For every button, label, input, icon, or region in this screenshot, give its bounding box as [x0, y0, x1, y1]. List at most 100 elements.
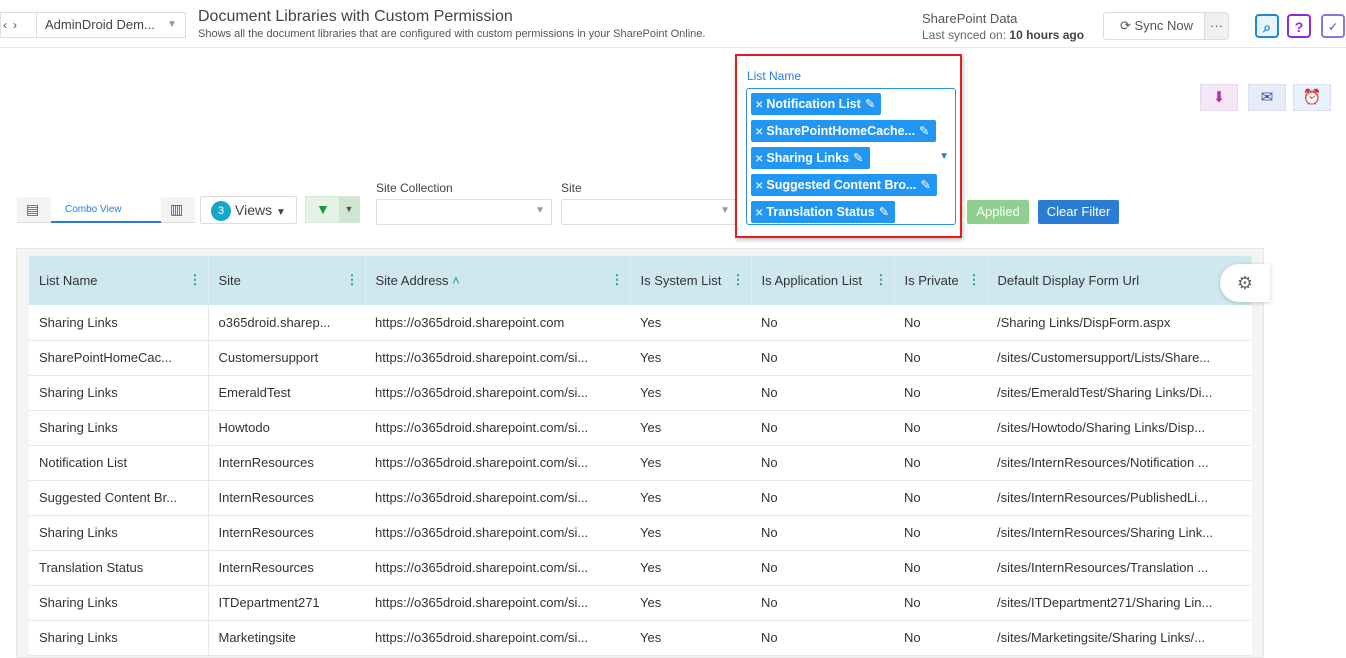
remove-icon[interactable]: ✕ — [755, 100, 763, 111]
tag-label: Suggested Content Bro... — [766, 178, 916, 192]
table-row[interactable]: SharePointHomeCac...Customersupporthttps… — [29, 340, 1251, 375]
site-select[interactable]: ▼ — [561, 199, 737, 225]
column-header[interactable]: Site⋮ — [208, 256, 365, 305]
chevron-down-icon[interactable]: ▼ — [939, 151, 949, 162]
export-download-icon[interactable]: ⬇ — [1200, 84, 1238, 111]
edit-pencil-icon[interactable]: ✎ — [920, 178, 930, 192]
remove-icon[interactable]: ✕ — [755, 154, 763, 165]
table-row[interactable]: Sharing LinksITDepartment271https://o365… — [29, 585, 1251, 620]
table-cell: No — [751, 340, 894, 375]
table-cell: No — [894, 410, 987, 445]
tenant-selector[interactable]: AdminDroid Dem...▼ — [36, 12, 186, 38]
table-cell: No — [894, 585, 987, 620]
table-row[interactable]: Sharing LinksInternResourceshttps://o365… — [29, 515, 1251, 550]
column-header[interactable]: Is System List⋮ — [630, 256, 751, 305]
table-cell: Sharing Links — [29, 620, 208, 655]
column-menu-icon[interactable]: ⋮ — [732, 272, 745, 288]
filter-button[interactable]: ▼▼ — [305, 196, 360, 223]
table-cell: No — [751, 620, 894, 655]
table-cell: Yes — [630, 410, 751, 445]
table-cell: Suggested Content Br... — [29, 480, 208, 515]
table-cell: No — [894, 375, 987, 410]
table-row[interactable]: Translation StatusInternResourceshttps:/… — [29, 550, 1251, 585]
column-header[interactable]: Is Private⋮ — [894, 256, 987, 305]
edit-pencil-icon[interactable]: ✎ — [865, 97, 875, 111]
list-name-multiselect[interactable]: ✕Notification List✎ ✕SharePointHomeCache… — [746, 88, 956, 225]
clear-filter-button[interactable]: Clear Filter — [1038, 200, 1119, 224]
list-name-label: List Name — [747, 69, 801, 83]
table-cell: o365droid.sharep... — [208, 305, 365, 340]
table-row[interactable]: Notification ListInternResourceshttps://… — [29, 445, 1251, 480]
column-header-label: List Name — [39, 273, 98, 288]
edit-pencil-icon[interactable]: ✎ — [919, 124, 929, 138]
table-cell: Yes — [630, 480, 751, 515]
column-menu-icon[interactable]: ⋮ — [611, 272, 624, 288]
help-icon[interactable]: ? — [1287, 14, 1311, 38]
table-cell: Yes — [630, 585, 751, 620]
table-row[interactable]: Suggested Content Br...InternResourcesht… — [29, 480, 1251, 515]
data-source: SharePoint Data — [922, 11, 1017, 26]
search-icon[interactable]: ⌕ — [1255, 14, 1279, 38]
column-menu-icon[interactable]: ⋮ — [968, 272, 981, 288]
list-name-tag[interactable]: ✕Suggested Content Bro... ✎ — [751, 174, 937, 196]
column-settings-icon[interactable]: ⚙ — [1220, 264, 1270, 302]
column-menu-icon[interactable]: ⋮ — [875, 272, 888, 288]
list-name-tag[interactable]: ✕Notification List✎ — [751, 93, 881, 115]
edit-pencil-icon[interactable]: ✎ — [853, 151, 863, 165]
edit-pencil-icon[interactable]: ✎ — [879, 205, 889, 219]
table-cell: /sites/Customersupport/Lists/Share... — [987, 340, 1251, 375]
table-cell: Sharing Links — [29, 305, 208, 340]
table-cell: No — [894, 305, 987, 340]
table-cell: /sites/Marketingsite/Sharing Links/... — [987, 620, 1251, 655]
site-collection-select[interactable]: ▼ — [376, 199, 552, 225]
task-check-icon[interactable]: ✓ — [1321, 14, 1345, 38]
site-collection-label: Site Collection — [376, 181, 453, 195]
chart-view-icon[interactable]: ▥ — [170, 201, 183, 218]
remove-icon[interactable]: ✕ — [755, 208, 763, 219]
table-cell: Yes — [630, 515, 751, 550]
page-subtitle: Shows all the document libraries that ar… — [198, 28, 705, 40]
views-dropdown[interactable]: 3Views ▼ — [200, 196, 297, 224]
column-header-label: Default Display Form Url — [998, 273, 1140, 288]
last-synced: Last synced on: 10 hours ago — [922, 28, 1084, 42]
document-view-icon[interactable]: ▤ — [26, 201, 39, 218]
last-synced-value: 10 hours ago — [1009, 28, 1084, 42]
applied-button[interactable]: Applied — [967, 200, 1029, 224]
column-header[interactable]: Site Address ˄⋮ — [365, 256, 630, 305]
column-header[interactable]: List Name ⋮ — [29, 256, 208, 305]
sync-icon: ⟳ — [1120, 18, 1131, 33]
table-cell: https://o365droid.sharepoint.com/si... — [365, 480, 630, 515]
schedule-alarm-icon[interactable]: ⏰ — [1293, 84, 1331, 111]
sync-now-button[interactable]: ⟳ Sync Now··· — [1103, 12, 1229, 40]
remove-icon[interactable]: ✕ — [755, 181, 763, 192]
filter-icon: ▼ — [316, 201, 330, 217]
more-button[interactable]: ··· — [1204, 13, 1228, 39]
table-row[interactable]: Sharing LinksEmeraldTesthttps://o365droi… — [29, 375, 1251, 410]
table-cell: /sites/InternResources/Sharing Link... — [987, 515, 1251, 550]
views-count-badge: 3 — [211, 201, 231, 221]
chevron-down-icon[interactable]: ▼ — [339, 197, 359, 222]
list-name-tag[interactable]: ✕Sharing Links✎ — [751, 147, 870, 169]
table-cell: No — [751, 550, 894, 585]
table-row[interactable]: Sharing Linkso365droid.sharep...https://… — [29, 305, 1251, 340]
chevron-down-icon: ▼ — [535, 205, 545, 216]
column-header[interactable]: Default Display Form Url⋮ — [987, 256, 1251, 305]
list-name-tag[interactable]: ✕SharePointHomeCache...✎ — [751, 120, 936, 142]
email-icon[interactable]: ✉ — [1248, 84, 1286, 111]
tab-combo-view[interactable]: Combo View — [51, 197, 161, 223]
column-menu-icon[interactable]: ⋮ — [189, 272, 202, 288]
nav-arrows[interactable]: ‹› — [0, 12, 36, 38]
table-row[interactable]: Sharing LinksHowtodohttps://o365droid.sh… — [29, 410, 1251, 445]
table-cell: https://o365droid.sharepoint.com/si... — [365, 375, 630, 410]
list-name-tag[interactable]: ✕Translation Status✎ — [751, 201, 895, 223]
remove-icon[interactable]: ✕ — [755, 127, 763, 138]
table-cell: https://o365droid.sharepoint.com/si... — [365, 585, 630, 620]
table-row[interactable]: Sharing LinksMarketingsitehttps://o365dr… — [29, 620, 1251, 655]
column-menu-icon[interactable]: ⋮ — [346, 272, 359, 288]
column-header[interactable]: Is Application List⋮ — [751, 256, 894, 305]
table-cell: /sites/Howtodo/Sharing Links/Disp... — [987, 410, 1251, 445]
table-cell: https://o365droid.sharepoint.com/si... — [365, 550, 630, 585]
chevron-down-icon: ▼ — [167, 13, 177, 37]
table-cell: /sites/ITDepartment271/Sharing Lin... — [987, 585, 1251, 620]
table-cell: /Sharing Links/DispForm.aspx — [987, 305, 1251, 340]
